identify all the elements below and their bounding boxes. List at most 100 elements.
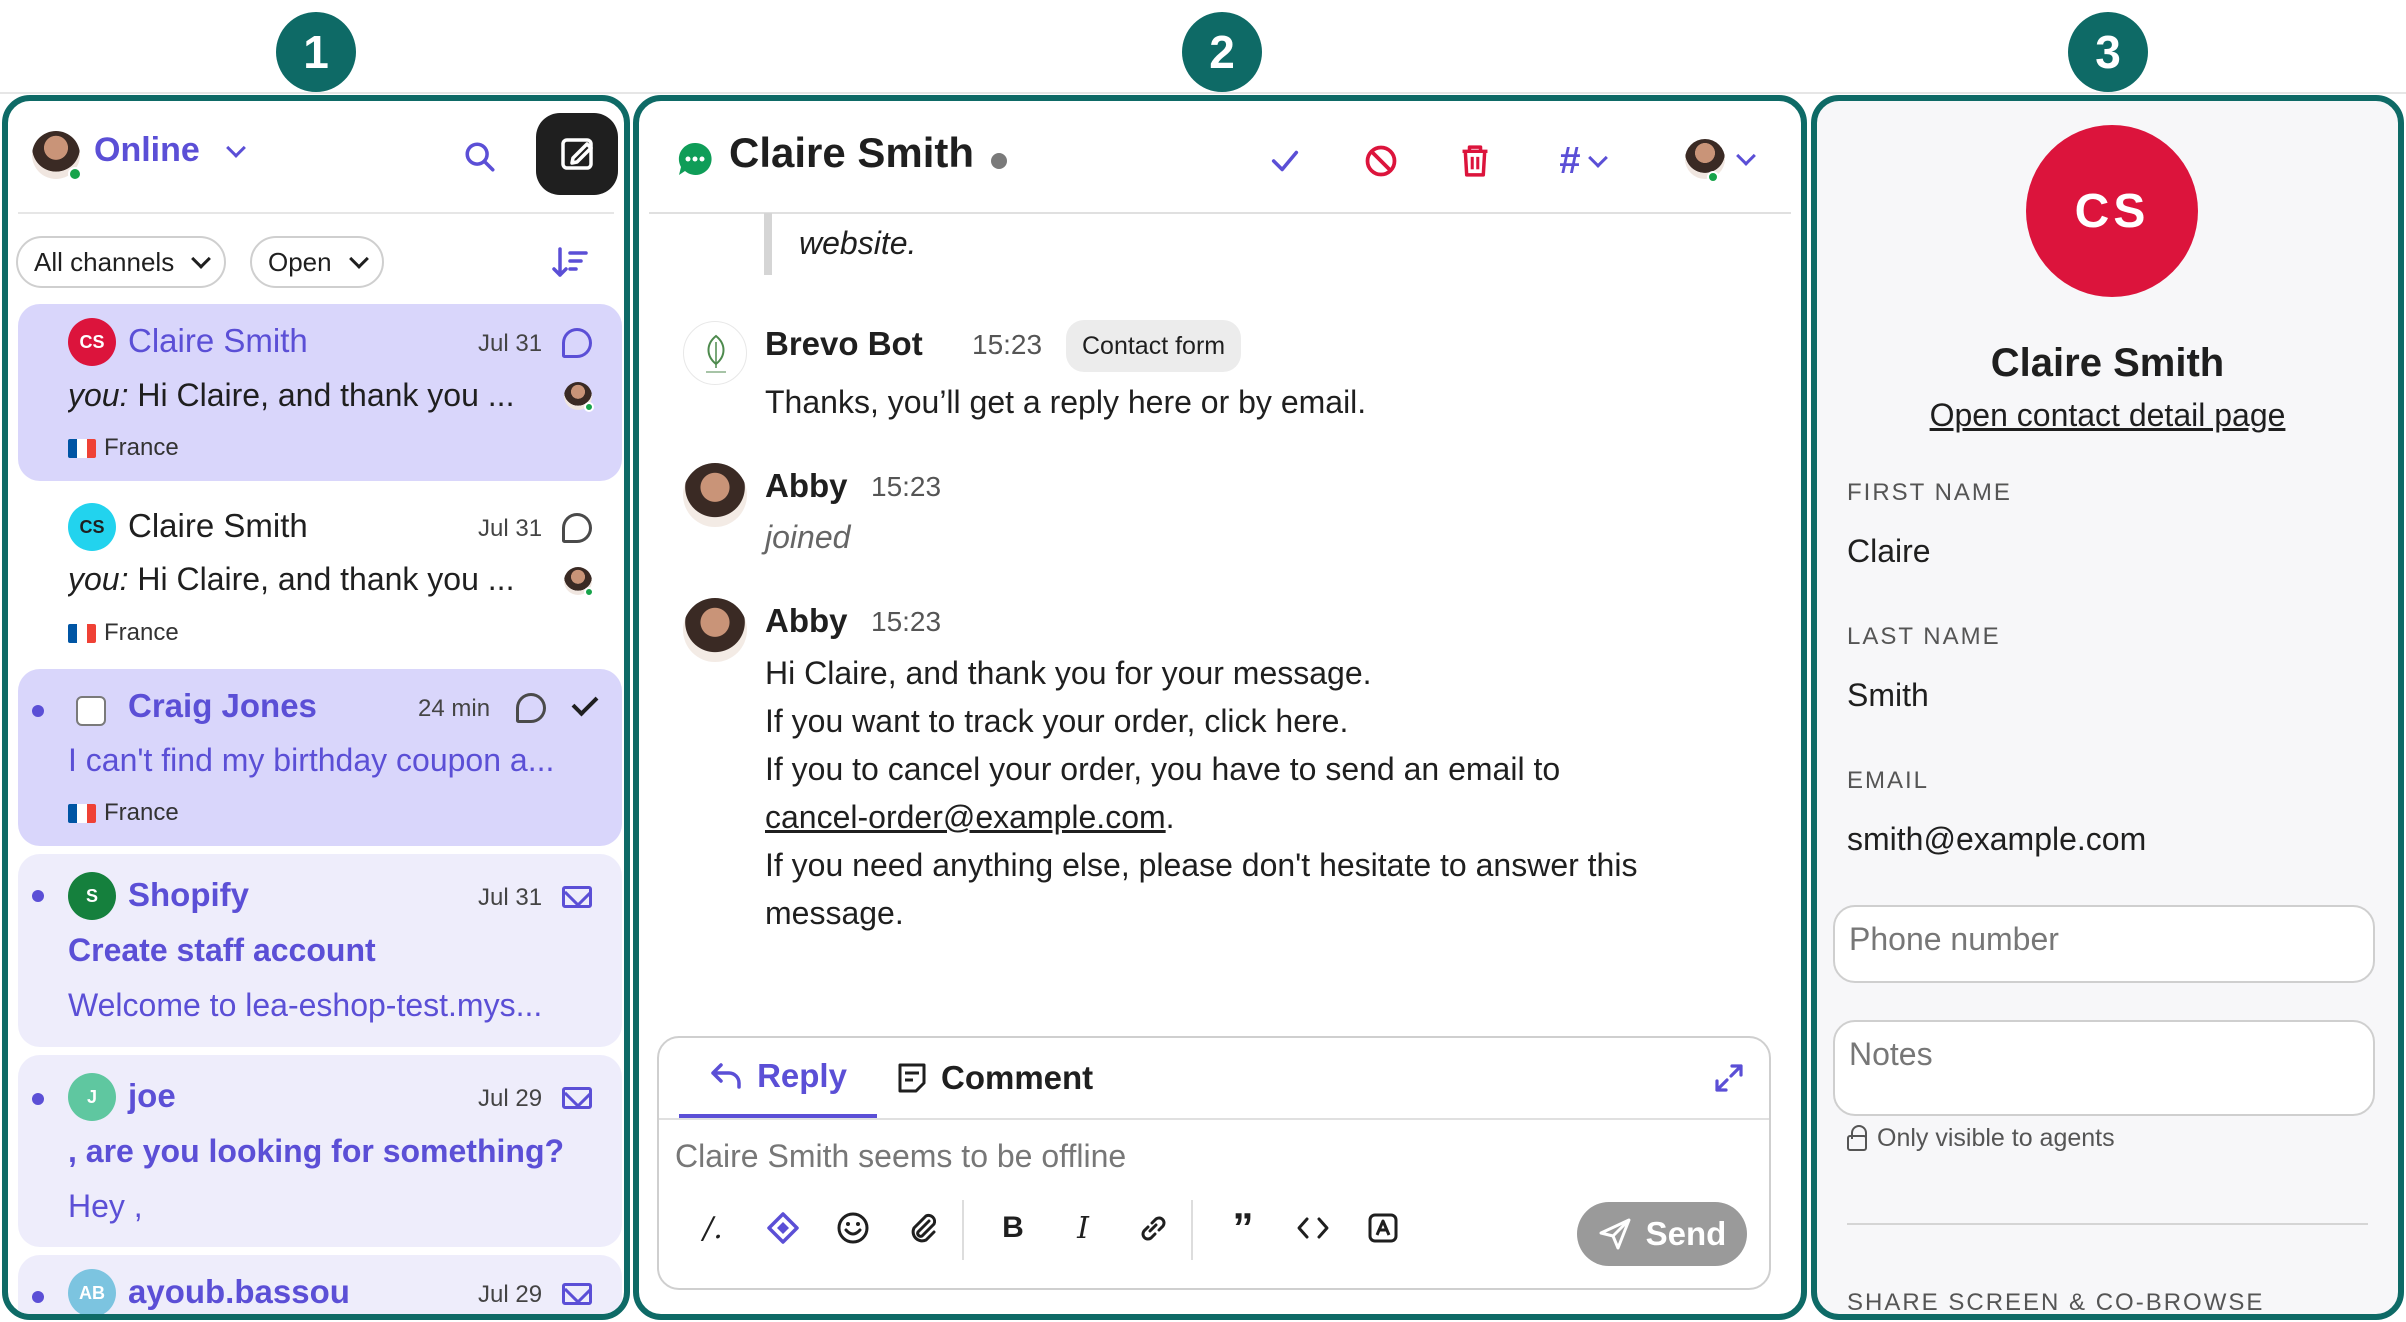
code-button[interactable] — [1293, 1208, 1333, 1248]
section-divider — [1847, 1223, 2368, 1225]
state-filter[interactable]: Open — [250, 236, 384, 288]
step-badge-1: 1 — [276, 12, 356, 92]
canned-response-button[interactable] — [1363, 1208, 1403, 1248]
conversation-item-joe[interactable]: J joe Jul 29 , are you looking for somet… — [18, 1055, 622, 1247]
conversation-name: Claire Smith — [128, 507, 308, 544]
channels-filter[interactable]: All channels — [16, 236, 227, 288]
first-name-value[interactable]: Claire — [1847, 533, 1931, 570]
tab-comment[interactable]: Comment — [897, 1038, 1093, 1118]
send-button[interactable]: Send — [1577, 1202, 1747, 1266]
phone-field[interactable]: Phone number — [1833, 905, 2375, 983]
send-icon — [1599, 1218, 1631, 1250]
emoji-button[interactable] — [833, 1208, 873, 1248]
chat-panel: Claire Smith # website. Brevo Bot 15:23 … — [633, 95, 1807, 1320]
chat-channel-icon — [562, 328, 592, 358]
contact-name: Claire Smith — [1990, 341, 2225, 385]
paperclip-icon — [911, 1213, 937, 1243]
assignee-dropdown[interactable] — [1679, 131, 1759, 187]
chevron-down-icon — [1587, 148, 1608, 168]
compose-button[interactable] — [536, 113, 618, 195]
inbox-header: Online — [8, 101, 624, 211]
conversation-name: ayoub.bassou — [128, 1273, 350, 1310]
online-indicator — [1707, 171, 1719, 183]
tab-reply[interactable]: Reply — [679, 1038, 877, 1118]
bold-button[interactable]: B — [993, 1208, 1033, 1248]
chat-channel-icon — [516, 693, 546, 723]
inbox-panel: Online All channels Open CS Claire Smith… — [2, 95, 630, 1320]
email-link[interactable]: cancel-order@example.com — [765, 799, 1166, 835]
conversation-date: 24 min — [418, 695, 491, 722]
conversation-item-craig[interactable]: Craig Jones 24 min I can't find my birth… — [18, 669, 622, 846]
block-button[interactable] — [1357, 137, 1405, 185]
step-badge-3: 3 — [2068, 12, 2148, 92]
status-dropdown[interactable]: Online — [94, 131, 247, 170]
message-author: Abby — [765, 602, 848, 639]
hashtag-icon: # — [1559, 139, 1581, 182]
search-button[interactable] — [460, 137, 500, 177]
contact-detail-link[interactable]: Open contact detail page — [1817, 397, 2398, 434]
compose-icon — [561, 138, 593, 170]
block-icon — [1365, 145, 1397, 177]
chat-header: Claire Smith # — [639, 101, 1801, 211]
conversation-subject: Create staff account — [68, 932, 376, 968]
conversation-country: France — [68, 799, 179, 827]
aura-button[interactable] — [763, 1208, 803, 1248]
message-line: message. — [765, 895, 904, 931]
message-composer: Reply Comment Claire Smith seems to be o… — [657, 1036, 1771, 1290]
message-line: If you to cancel your order, you have to… — [765, 751, 1561, 787]
conversation-item-ayoub[interactable]: AB ayoub.bassou Jul 29 — [18, 1255, 622, 1314]
first-name-label: FIRST NAME — [1847, 479, 2012, 506]
expand-button[interactable] — [1709, 1058, 1749, 1098]
check-icon — [1271, 150, 1299, 172]
france-flag-icon — [68, 438, 96, 458]
conversation-item-shopify[interactable]: S Shopify Jul 31 Create staff account We… — [18, 854, 622, 1047]
delete-button[interactable] — [1451, 137, 1499, 185]
inbox-header-divider — [18, 212, 614, 214]
step-badge-2: 2 — [1182, 12, 1262, 92]
message-time: 15:23 — [871, 606, 942, 637]
message-input[interactable]: Claire Smith seems to be offline — [675, 1138, 1126, 1175]
contact-avatar: J — [68, 1073, 116, 1121]
resolve-check-icon[interactable] — [571, 689, 599, 717]
code-icon — [1297, 1217, 1329, 1239]
conversation-preview: you: Hi Claire, and thank you ... — [68, 377, 515, 413]
france-flag-icon — [68, 803, 96, 823]
resolve-button[interactable] — [1261, 137, 1309, 185]
leaf-logo-icon — [706, 334, 726, 373]
email-channel-icon — [562, 1283, 592, 1305]
conversation-item-claire-2[interactable]: CS Claire Smith Jul 31 you: Hi Claire, a… — [18, 491, 622, 661]
contact-avatar: CS — [68, 318, 116, 366]
conversation-date: Jul 29 — [478, 1281, 543, 1308]
online-indicator — [68, 167, 82, 181]
link-button[interactable] — [1133, 1208, 1173, 1248]
conversation-preview: Hey , — [68, 1188, 143, 1224]
notes-field[interactable]: Notes — [1833, 1020, 2375, 1116]
quoted-text: website. — [799, 225, 917, 261]
bot-avatar — [683, 321, 747, 385]
tag-dropdown[interactable]: # — [1547, 137, 1617, 185]
select-checkbox[interactable] — [76, 696, 106, 726]
reply-icon — [711, 1063, 741, 1089]
quote-icon: ” — [1232, 1204, 1254, 1251]
italic-button[interactable]: I — [1063, 1208, 1103, 1248]
conversation-date: Jul 31 — [478, 884, 543, 911]
message-line: Thanks, you’ll get a reply here or by em… — [765, 384, 1367, 420]
message-line: If you want to track your order, click h… — [765, 703, 1349, 739]
email-channel-icon — [562, 886, 592, 908]
attach-button[interactable] — [903, 1208, 943, 1248]
conversation-country: France — [68, 619, 179, 647]
sort-button[interactable] — [548, 241, 592, 285]
trash-icon — [1462, 145, 1488, 177]
conversation-item-claire-1[interactable]: CS Claire Smith Jul 31 you: Hi Claire, a… — [18, 304, 622, 481]
quote-button[interactable]: ” — [1223, 1204, 1263, 1251]
last-name-value[interactable]: Smith — [1847, 677, 1929, 714]
email-value[interactable]: smith@example.com — [1847, 821, 2146, 858]
shortcuts-button[interactable]: /. — [693, 1208, 733, 1248]
diamond-icon — [767, 1212, 799, 1244]
contact-avatar: S — [68, 872, 116, 920]
chat-channel-icon — [562, 513, 592, 543]
channels-filter-label: All channels — [34, 246, 175, 277]
unread-dot — [32, 705, 44, 717]
top-divider — [0, 92, 2406, 94]
message-line: cancel-order@example.com. — [765, 799, 1175, 835]
